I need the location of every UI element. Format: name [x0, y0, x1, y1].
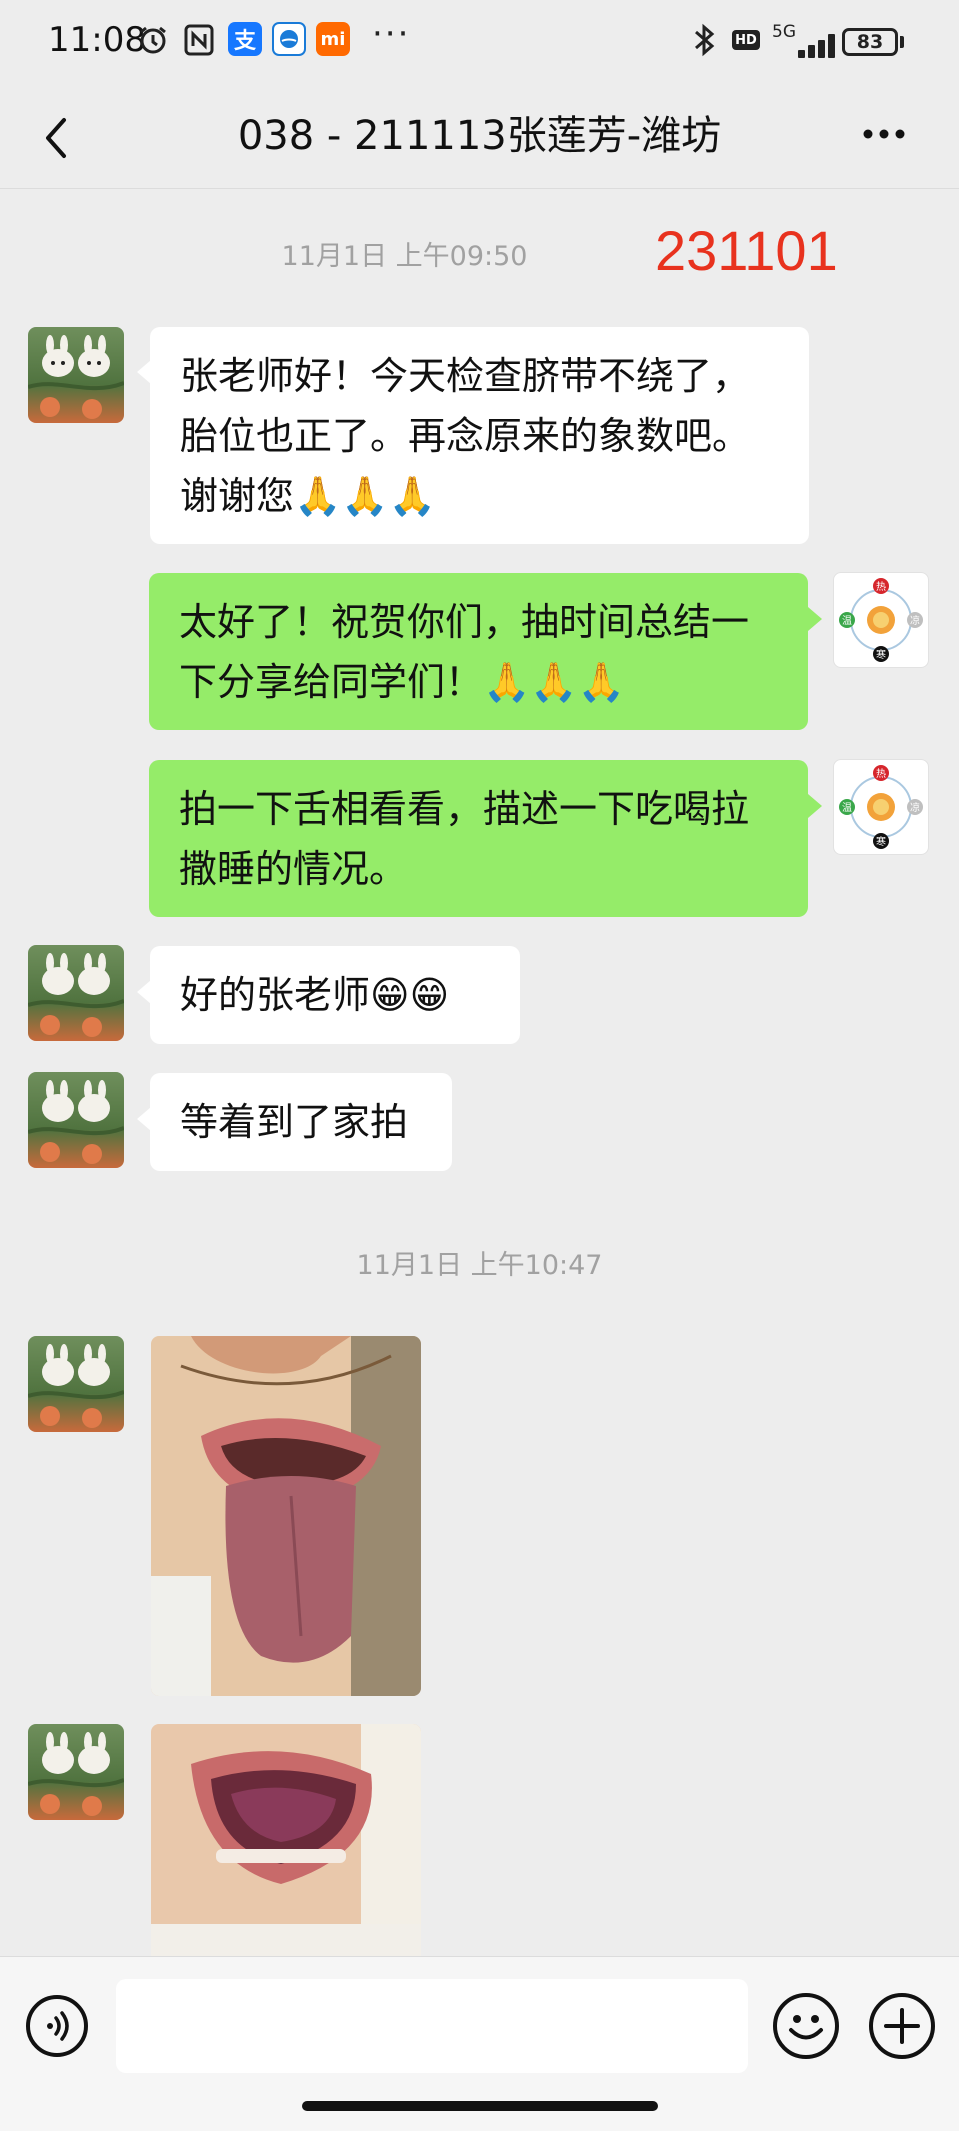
contact-avatar[interactable] — [28, 1072, 124, 1168]
image-message[interactable] — [151, 1336, 421, 1696]
battery-icon: 83 — [842, 28, 898, 56]
bubble-tail — [137, 980, 151, 1004]
status-time: 11:08 — [48, 20, 146, 60]
status-bar: 11:08 支 mi ··· HD 5G 83 — [0, 0, 959, 88]
my-avatar[interactable]: 热 温 凉 寒 — [833, 759, 929, 855]
contact-avatar[interactable] — [28, 1336, 124, 1432]
hot-label: 热 — [876, 580, 886, 593]
mi-icon: mi — [316, 22, 350, 56]
network-type: 5G — [772, 22, 796, 42]
warm-label: 温 — [842, 802, 852, 814]
chat-header: 038 - 211113张莲芳-潍坊 — [0, 88, 959, 189]
cold-label: 寒 — [876, 835, 886, 848]
hot-label: 热 — [876, 767, 886, 780]
bubble-tail — [808, 794, 822, 818]
date-stamp: 231101 — [655, 219, 838, 282]
cool-label: 凉 — [910, 801, 920, 814]
more-icon[interactable] — [860, 104, 910, 174]
contact-avatar[interactable] — [28, 1724, 124, 1820]
alipay-icon: 支 — [228, 22, 262, 56]
nfc-icon — [184, 24, 214, 56]
plus-icon[interactable] — [869, 1993, 935, 2059]
cool-label: 凉 — [910, 614, 920, 627]
chat-title: 038 - 211113张莲芳-潍坊 — [237, 113, 722, 159]
my-avatar[interactable]: 热 温 凉 寒 — [833, 572, 929, 668]
battery-level: 83 — [856, 31, 884, 53]
message-bubble[interactable]: 好的张老师😁😁 — [150, 946, 520, 1044]
app-icon — [272, 22, 306, 56]
warm-label: 温 — [842, 615, 852, 627]
bubble-tail — [137, 1107, 151, 1131]
battery-tip — [900, 36, 904, 48]
message-bubble[interactable]: 张老师好！今天检查脐带不绕了，胎位也正了。再念原来的象数吧。谢谢您🙏🙏🙏 — [150, 327, 809, 544]
message-bubble[interactable]: 等着到了家拍 — [150, 1073, 452, 1171]
tongue-photo — [151, 1724, 421, 1956]
image-message[interactable] — [151, 1724, 421, 1956]
bubble-tail — [137, 360, 151, 384]
message-input[interactable] — [116, 1979, 748, 2073]
timestamp: 11月1日 上午10:47 — [356, 1250, 603, 1281]
contact-avatar[interactable] — [28, 327, 124, 423]
message-bubble[interactable]: 太好了！祝贺你们，抽时间总结一下分享给同学们！🙏🙏🙏 — [149, 573, 808, 730]
contact-avatar[interactable] — [28, 945, 124, 1041]
cold-label: 寒 — [876, 648, 886, 661]
message-bubble[interactable]: 拍一下舌相看看，描述一下吃喝拉撒睡的情况。 — [149, 760, 808, 917]
home-indicator[interactable] — [302, 2101, 658, 2111]
voice-icon[interactable] — [26, 1995, 88, 2057]
emoji-icon[interactable] — [773, 1993, 839, 2059]
hd-icon: HD — [732, 30, 760, 50]
more-notifications-icon: ··· — [372, 14, 411, 54]
bubble-tail — [808, 607, 822, 631]
tongue-photo — [151, 1336, 421, 1696]
alarm-icon — [137, 24, 169, 56]
bluetooth-icon — [690, 22, 718, 66]
